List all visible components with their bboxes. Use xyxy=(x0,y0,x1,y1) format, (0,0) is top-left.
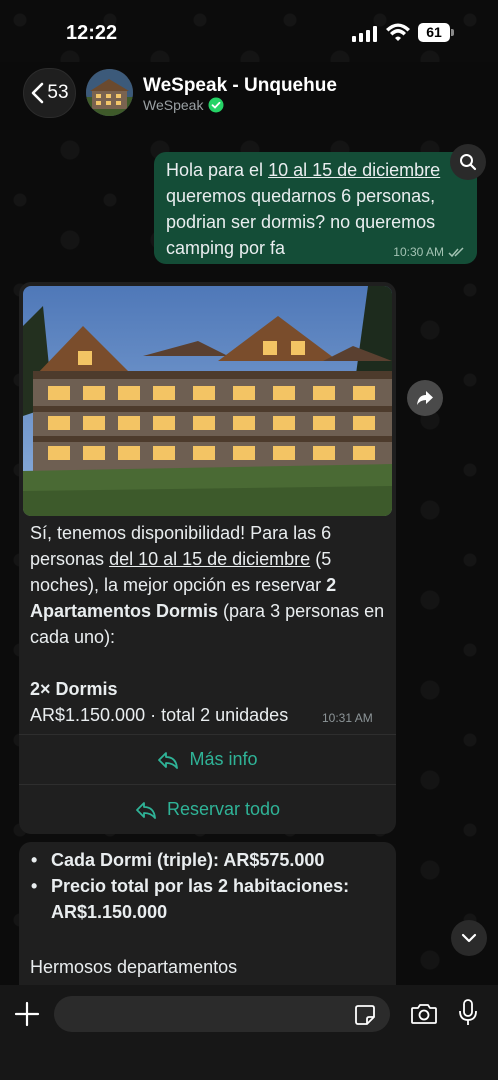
unread-count: 53 xyxy=(47,82,69,103)
incoming-message-2-text: Hermosos departamentos xyxy=(30,957,238,977)
back-button[interactable]: 53 xyxy=(23,68,76,118)
chevron-left-icon xyxy=(32,82,44,104)
search-button[interactable] xyxy=(450,144,486,180)
status-bar: 12:22 61 xyxy=(0,0,498,62)
price-list: Cada Dormi (triple): AR$575.000 Precio t… xyxy=(31,847,391,925)
item-price: AR$1.150.000 · total 2 unidades xyxy=(30,705,289,725)
message-time: 10:30 AM xyxy=(393,245,444,259)
date-link[interactable]: 10 al 15 de diciembre xyxy=(268,160,440,180)
date-link[interactable]: del 10 al 15 de diciembre xyxy=(109,549,310,569)
sticker-icon[interactable] xyxy=(354,1004,376,1026)
more-info-label: Más info xyxy=(189,749,258,769)
incoming-message-text: Sí, tenemos disponibilidad! Para las 6 p… xyxy=(30,520,385,728)
double-check-icon xyxy=(448,246,464,257)
reply-icon xyxy=(136,801,156,819)
wifi-icon xyxy=(386,23,410,41)
battery-icon: 61 xyxy=(418,23,454,42)
hotel-image[interactable] xyxy=(23,286,392,516)
microphone-icon[interactable] xyxy=(458,999,478,1027)
camera-icon[interactable] xyxy=(410,1002,438,1026)
chat-header: 53 WeSpeak - Unquehue WeSpeak xyxy=(0,62,498,130)
message-input[interactable] xyxy=(54,996,390,1032)
list-item: Cada Dormi (triple): AR$575.000 xyxy=(31,847,391,873)
signal-icon xyxy=(352,26,377,42)
message-time: 10:31 AM xyxy=(322,711,373,725)
avatar[interactable] xyxy=(86,69,133,116)
message-meta: 10:30 AM xyxy=(393,245,465,259)
book-all-label: Reservar todo xyxy=(166,799,281,819)
list-item: Precio total por las 2 habitaciones: AR$… xyxy=(31,873,391,925)
book-all-button[interactable]: Reservar todo xyxy=(19,784,396,834)
forward-icon xyxy=(417,391,433,405)
scroll-to-bottom-button[interactable] xyxy=(451,920,487,956)
contact-subtitle: WeSpeak xyxy=(143,97,224,113)
incoming-message-2[interactable]: Cada Dormi (triple): AR$575.000 Precio t… xyxy=(19,842,396,992)
outgoing-text-start: Hola para el xyxy=(166,160,269,180)
message-composer xyxy=(0,985,498,1080)
item-title: 2× Dormis xyxy=(30,679,118,699)
plus-icon[interactable] xyxy=(14,1001,40,1027)
incoming-message[interactable]: Sí, tenemos disponibilidad! Para las 6 p… xyxy=(19,282,396,834)
contact-business-name: WeSpeak xyxy=(143,97,204,113)
search-icon xyxy=(460,154,477,171)
reply-icon xyxy=(158,751,179,769)
more-info-button[interactable]: Más info xyxy=(19,734,396,784)
status-time: 12:22 xyxy=(66,22,118,44)
chevron-down-icon xyxy=(461,933,477,943)
contact-name[interactable]: WeSpeak - Unquehue xyxy=(143,75,337,97)
forward-button[interactable] xyxy=(407,380,443,416)
verified-badge-icon xyxy=(208,97,224,113)
outgoing-message[interactable]: Hola para el 10 al 15 de diciembre quere… xyxy=(154,152,477,264)
battery-level: 61 xyxy=(418,23,450,42)
